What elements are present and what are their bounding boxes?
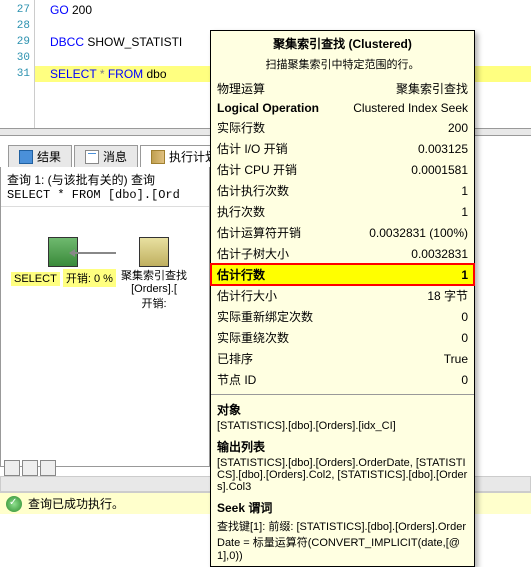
execution-plan-panel: 查询 1: (与该批有关的) 查询 SELECT * FROM [dbo].[O…: [0, 167, 210, 467]
prop-row: 物理运算聚集索引查找: [211, 78, 474, 99]
corner-icon[interactable]: [4, 460, 20, 476]
node-cost: 开销:: [121, 295, 187, 311]
node-cost: 开销: 0 %: [63, 269, 116, 287]
prop-row: 实际行数200: [211, 117, 474, 138]
line-number: 28: [0, 18, 34, 34]
prop-row: 估计子树大小0.0032831: [211, 243, 474, 264]
plan-node-select[interactable]: SELECT 开销: 0 %: [11, 237, 116, 287]
query-header: 查询 1: (与该批有关的) 查询 SELECT * FROM [dbo].[O…: [1, 167, 209, 207]
query-sql: SELECT * FROM [dbo].[Ord: [7, 188, 203, 202]
prop-row: 估计行大小18 字节: [211, 285, 474, 306]
tooltip-section-title: 对象: [211, 399, 474, 420]
prop-row: 估计运算符开销0.0032831 (100%): [211, 222, 474, 243]
prop-row: Logical OperationClustered Index Seek: [211, 99, 474, 117]
line-number: 30: [0, 50, 34, 66]
tooltip-subtitle: 扫描聚集索引中特定范围的行。: [211, 56, 474, 78]
result-tabs: 结果 消息 执行计划: [8, 145, 228, 167]
plan-icon: [151, 150, 165, 164]
tooltip-title: 聚集索引查找 (Clustered): [211, 31, 474, 56]
tooltip-section-title: 输出列表: [211, 436, 474, 457]
message-icon: [85, 150, 99, 164]
plan-diagram[interactable]: SELECT 开销: 0 % 聚集索引查找 [Orders].[ 开销:: [1, 207, 209, 407]
operator-tooltip: 聚集索引查找 (Clustered) 扫描聚集索引中特定范围的行。 物理运算聚集…: [210, 30, 475, 567]
tooltip-section-text: 查找键[1]: 前缀: [STATISTICS].[dbo].[Orders].…: [211, 518, 474, 566]
tooltip-section-title: Seek 谓词: [211, 497, 474, 518]
prop-row: 节点 ID0: [211, 369, 474, 390]
corner-icon[interactable]: [22, 460, 38, 476]
tab-results[interactable]: 结果: [8, 145, 72, 167]
tab-messages[interactable]: 消息: [74, 145, 138, 167]
tooltip-section-text: [STATISTICS].[dbo].[Orders].OrderDate, […: [211, 457, 474, 497]
tab-label: 消息: [103, 148, 127, 165]
success-icon: [6, 496, 22, 512]
line-number: 27: [0, 2, 34, 18]
line-number: 31: [0, 66, 34, 82]
node-label: 聚集索引查找: [121, 267, 187, 283]
prop-row: 执行次数1: [211, 201, 474, 222]
node-object: [Orders].[: [121, 283, 187, 295]
prop-row: 估计执行次数1: [211, 180, 474, 201]
prop-row: 实际重绕次数0: [211, 327, 474, 348]
plan-node-seek[interactable]: 聚集索引查找 [Orders].[ 开销:: [121, 237, 187, 311]
prop-row: 实际重新绑定次数0: [211, 306, 474, 327]
node-label: SELECT: [11, 272, 60, 286]
seek-icon: [139, 237, 169, 267]
corner-icons: [4, 460, 56, 476]
query-title: 查询 1: (与该批有关的) 查询: [7, 171, 203, 188]
tooltip-properties: 物理运算聚集索引查找 Logical OperationClustered In…: [211, 78, 474, 390]
plan-arrow: [71, 252, 116, 254]
line-gutter: 27 28 29 30 31: [0, 0, 35, 130]
line-number: 29: [0, 34, 34, 50]
prop-row: 估计 I/O 开销0.003125: [211, 138, 474, 159]
prop-row: 估计 CPU 开销0.0001581: [211, 159, 474, 180]
tab-label: 结果: [37, 148, 61, 165]
status-text: 查询已成功执行。: [28, 495, 124, 512]
prop-row: 已排序True: [211, 348, 474, 369]
tooltip-section-text: [STATISTICS].[dbo].[Orders].[idx_CI]: [211, 420, 474, 436]
prop-row-highlighted: 估计行数1: [211, 264, 474, 285]
grid-icon: [19, 150, 33, 164]
corner-icon[interactable]: [40, 460, 56, 476]
